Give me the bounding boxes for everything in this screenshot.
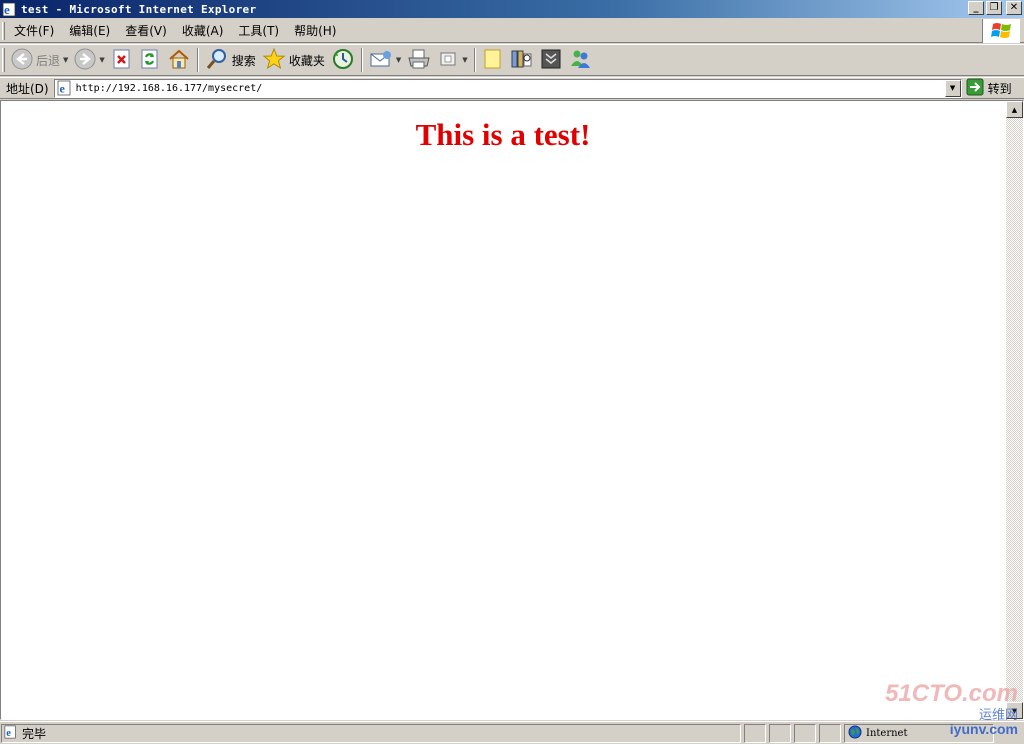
svg-text:e: e [59, 82, 65, 96]
home-icon [167, 48, 191, 73]
watermark-yunwei: 运维网 [978, 707, 1018, 722]
globe-icon [848, 725, 862, 742]
status-text: 完毕 [22, 726, 47, 741]
toolbar-separator [360, 48, 363, 72]
refresh-icon [139, 48, 161, 73]
close-button[interactable]: ✕ [1006, 1, 1022, 15]
title-bar: e test - Microsoft Internet Explorer _ ❐… [0, 0, 1024, 18]
menu-tools[interactable]: 工具(T) [232, 21, 288, 41]
menu-file[interactable]: 文件(F) [8, 21, 63, 41]
menu-edit[interactable]: 编辑(E) [63, 21, 119, 41]
back-icon [11, 48, 33, 73]
address-bar: 地址(D) e http://192.168.16.177/mysecret/ … [0, 77, 1024, 99]
media-button[interactable] [537, 46, 565, 74]
svg-text:e: e [6, 727, 11, 738]
print-button[interactable] [404, 46, 434, 74]
forward-icon [74, 48, 96, 73]
status-pane [744, 723, 766, 743]
mail-dropdown-icon[interactable]: ▼ [396, 56, 401, 64]
toolbar-grip[interactable] [2, 48, 5, 72]
stop-button[interactable] [108, 46, 136, 74]
mail-icon [369, 48, 393, 73]
address-input[interactable]: e http://192.168.16.177/mysecret/ ▼ [53, 78, 962, 98]
status-pane [819, 723, 841, 743]
edit-icon [437, 48, 459, 73]
go-label: 转到 [987, 81, 1012, 96]
svg-text:e: e [4, 2, 10, 17]
window-controls: _ ❐ ✕ [968, 1, 1022, 15]
address-label: 地址(D) [6, 81, 49, 96]
history-icon [331, 47, 355, 74]
status-page-icon: e [4, 725, 18, 742]
messenger-button[interactable] [565, 46, 595, 74]
address-dropdown-icon[interactable]: ▼ [944, 79, 961, 97]
stop-icon [111, 48, 133, 73]
address-url[interactable]: http://192.168.16.177/mysecret/ [76, 83, 263, 94]
forward-button[interactable]: ▼ [71, 46, 107, 74]
menu-favorites[interactable]: 收藏(A) [176, 21, 233, 41]
scroll-up-icon[interactable]: ▲ [1006, 101, 1023, 118]
minimize-button[interactable]: _ [968, 1, 984, 15]
page-viewport: This is a test! ▲ ▼ [0, 100, 1024, 720]
vertical-scrollbar[interactable]: ▲ ▼ [1006, 101, 1023, 719]
page-heading: This is a test! [415, 117, 591, 152]
messenger-icon [568, 48, 592, 73]
window-title: test - Microsoft Internet Explorer [21, 2, 257, 16]
discuss-icon [482, 48, 504, 73]
favorites-icon [262, 47, 286, 74]
mail-button[interactable]: ▼ [366, 46, 404, 74]
watermark-iyunv: iyunv.com [949, 721, 1018, 737]
back-label: 后退 [36, 53, 61, 68]
status-pane [769, 723, 791, 743]
menu-grip[interactable] [2, 21, 5, 40]
favorites-button[interactable]: 收藏夹 [259, 46, 328, 74]
page-icon: e [57, 80, 73, 96]
ie-icon[interactable]: e [2, 1, 18, 17]
search-icon [205, 47, 229, 74]
research-button[interactable] [507, 46, 537, 74]
status-text-pane: e 完毕 [1, 723, 741, 743]
standard-toolbar: 后退 ▼ ▼ 搜索 收藏夹 ▼ ▼ [0, 44, 1024, 76]
menu-help[interactable]: 帮助(H) [288, 21, 345, 41]
watermark-51cto: 51CTO.com [885, 680, 1018, 707]
menu-view[interactable]: 查看(V) [119, 21, 176, 41]
status-pane [794, 723, 816, 743]
watermark: 51CTO.com 运维网 iyunv.com [885, 680, 1018, 737]
restore-button[interactable]: ❐ [986, 1, 1002, 15]
history-button[interactable] [328, 46, 358, 74]
go-arrow-icon [966, 78, 984, 99]
discuss-button[interactable] [479, 46, 507, 74]
print-icon [407, 48, 431, 73]
forward-dropdown-icon[interactable]: ▼ [99, 56, 104, 64]
menu-bar: 文件(F) 编辑(E) 查看(V) 收藏(A) 工具(T) 帮助(H) [0, 19, 1024, 43]
edit-dropdown-icon[interactable]: ▼ [462, 56, 467, 64]
home-button[interactable] [164, 46, 194, 74]
toolbar-separator [196, 48, 199, 72]
back-button[interactable]: 后退 ▼ [8, 46, 71, 74]
toolbar-separator [473, 48, 476, 72]
back-dropdown-icon[interactable]: ▼ [63, 56, 68, 64]
refresh-button[interactable] [136, 46, 164, 74]
status-bar: e 完毕 Internet [0, 721, 1024, 744]
search-button[interactable]: 搜索 [202, 46, 259, 74]
windows-logo-icon [982, 19, 1020, 43]
favorites-label: 收藏夹 [288, 53, 325, 68]
media-icon [540, 48, 562, 73]
research-icon [510, 48, 534, 73]
edit-button[interactable]: ▼ [434, 46, 470, 74]
search-label: 搜索 [231, 53, 256, 68]
go-button[interactable]: 转到 [966, 78, 1012, 99]
